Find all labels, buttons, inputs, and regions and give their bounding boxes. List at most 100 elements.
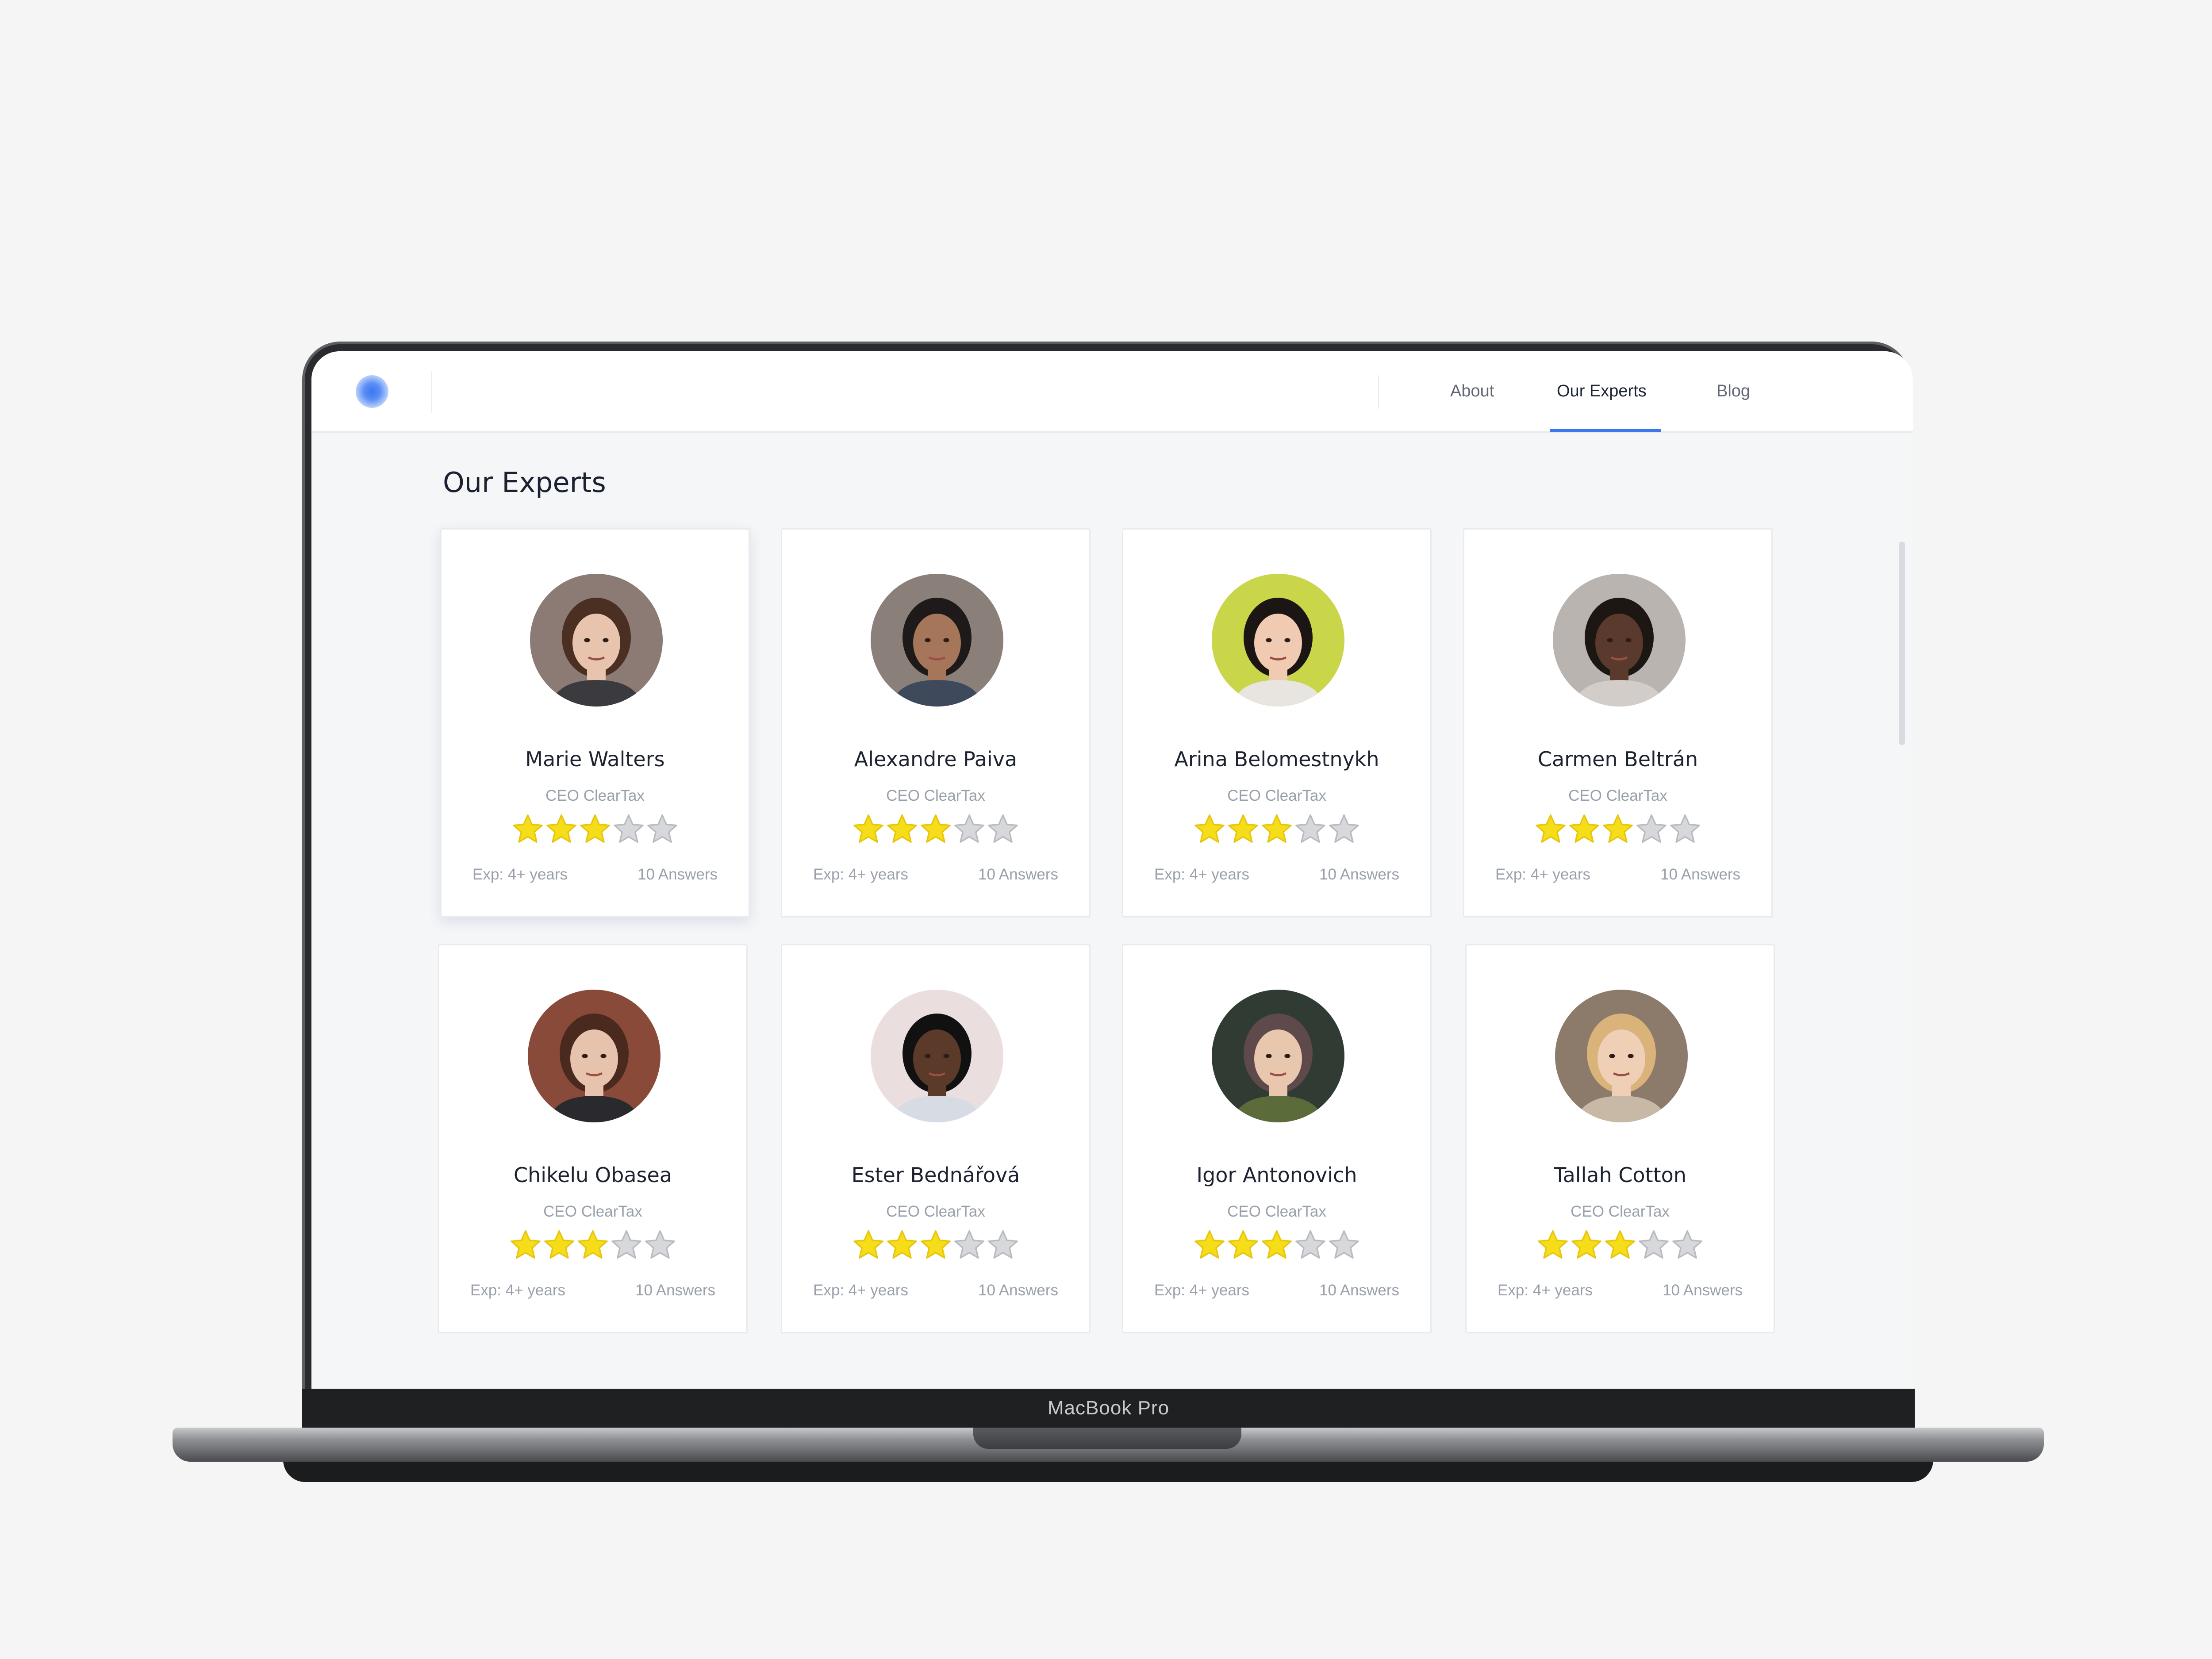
divider bbox=[1378, 375, 1379, 409]
answers-count[interactable]: 10 Answers bbox=[1319, 866, 1399, 883]
expert-card[interactable]: Alexandre Paiva CEO ClearTax Exp: 4+ year… bbox=[781, 528, 1091, 918]
expert-role: CEO ClearTax bbox=[545, 787, 645, 804]
expert-role: CEO ClearTax bbox=[543, 1203, 642, 1220]
experience-label: Exp: 4+ years bbox=[813, 866, 908, 883]
expert-role: CEO ClearTax bbox=[886, 787, 985, 804]
expert-role: CEO ClearTax bbox=[1571, 1203, 1670, 1220]
expert-name: Carmen Beltrán bbox=[1537, 747, 1698, 771]
star-filled-icon bbox=[1193, 1229, 1226, 1261]
star-empty-icon bbox=[1635, 813, 1668, 845]
expert-card[interactable]: Carmen Beltrán CEO ClearTax Exp: 4+ years… bbox=[1463, 528, 1773, 918]
answers-count[interactable]: 10 Answers bbox=[978, 1282, 1058, 1299]
experience-label: Exp: 4+ years bbox=[472, 866, 568, 883]
star-filled-icon bbox=[543, 1229, 576, 1261]
expert-name: Chikelu Obasea bbox=[514, 1163, 672, 1187]
star-empty-icon bbox=[646, 813, 679, 845]
expert-name: Igor Antonovich bbox=[1196, 1163, 1357, 1187]
star-filled-icon bbox=[1601, 813, 1634, 845]
star-empty-icon bbox=[987, 813, 1019, 845]
star-filled-icon bbox=[1193, 813, 1226, 845]
star-rating bbox=[439, 1229, 746, 1261]
expert-role: CEO ClearTax bbox=[1227, 787, 1326, 804]
star-filled-icon bbox=[1227, 813, 1260, 845]
avatar bbox=[528, 990, 661, 1122]
laptop-notch bbox=[973, 1428, 1241, 1449]
divider bbox=[431, 371, 432, 413]
star-rating bbox=[1123, 1229, 1430, 1261]
laptop-base-shadow bbox=[283, 1460, 1933, 1482]
star-filled-icon bbox=[1260, 1229, 1293, 1261]
star-filled-icon bbox=[886, 1229, 918, 1261]
star-empty-icon bbox=[610, 1229, 643, 1261]
answers-count[interactable]: 10 Answers bbox=[1660, 866, 1740, 883]
star-filled-icon bbox=[579, 813, 611, 845]
expert-name: Arina Belomestnykh bbox=[1174, 747, 1379, 771]
star-empty-icon bbox=[1671, 1229, 1704, 1261]
star-filled-icon bbox=[576, 1229, 609, 1261]
avatar bbox=[871, 990, 1003, 1122]
tab-blog[interactable]: Blog bbox=[1717, 378, 1750, 404]
avatar bbox=[871, 574, 1003, 707]
star-rating bbox=[782, 813, 1089, 845]
star-empty-icon bbox=[644, 1229, 676, 1261]
star-empty-icon bbox=[1637, 1229, 1670, 1261]
tab-about[interactable]: About bbox=[1450, 378, 1494, 404]
expert-card[interactable]: Marie Walters CEO ClearTax Exp: 4+ years 1… bbox=[440, 528, 750, 918]
star-filled-icon bbox=[886, 813, 918, 845]
star-filled-icon bbox=[919, 813, 952, 845]
avatar bbox=[1212, 990, 1344, 1122]
expert-name: Marie Walters bbox=[525, 747, 665, 771]
star-filled-icon bbox=[1536, 1229, 1569, 1261]
star-empty-icon bbox=[1328, 813, 1360, 845]
star-filled-icon bbox=[1568, 813, 1601, 845]
star-empty-icon bbox=[987, 1229, 1019, 1261]
star-filled-icon bbox=[852, 1229, 885, 1261]
star-rating bbox=[1123, 813, 1430, 845]
star-rating bbox=[442, 813, 749, 845]
expert-card[interactable]: Tallah Cotton CEO ClearTax Exp: 4+ years 1… bbox=[1465, 944, 1775, 1333]
star-empty-icon bbox=[953, 1229, 986, 1261]
device-brand-label: MacBook Pro bbox=[1047, 1397, 1170, 1419]
answers-count[interactable]: 10 Answers bbox=[978, 866, 1058, 883]
active-tab-indicator bbox=[1550, 429, 1661, 432]
scrollbar[interactable] bbox=[1899, 541, 1905, 745]
star-filled-icon bbox=[919, 1229, 952, 1261]
star-empty-icon bbox=[1294, 813, 1327, 845]
star-empty-icon bbox=[612, 813, 645, 845]
logo-icon[interactable] bbox=[356, 375, 388, 408]
star-rating bbox=[1467, 1229, 1774, 1261]
star-filled-icon bbox=[1534, 813, 1567, 845]
avatar bbox=[1212, 574, 1344, 707]
avatar bbox=[1553, 574, 1686, 707]
tab-our-experts[interactable]: Our Experts bbox=[1557, 378, 1647, 404]
experience-label: Exp: 4+ years bbox=[470, 1282, 565, 1299]
expert-name: Tallah Cotton bbox=[1554, 1163, 1686, 1187]
star-empty-icon bbox=[953, 813, 986, 845]
star-empty-icon bbox=[1669, 813, 1701, 845]
answers-count[interactable]: 10 Answers bbox=[637, 866, 718, 883]
experience-label: Exp: 4+ years bbox=[1495, 866, 1590, 883]
star-filled-icon bbox=[545, 813, 578, 845]
star-filled-icon bbox=[1260, 813, 1293, 845]
expert-name: Alexandre Paiva bbox=[854, 747, 1018, 771]
expert-role: CEO ClearTax bbox=[1568, 787, 1667, 804]
expert-role: CEO ClearTax bbox=[886, 1203, 985, 1220]
answers-count[interactable]: 10 Answers bbox=[635, 1282, 715, 1299]
star-filled-icon bbox=[509, 1229, 542, 1261]
star-empty-icon bbox=[1294, 1229, 1327, 1261]
expert-card[interactable]: Arina Belomestnykh CEO ClearTax Exp: 4+ y… bbox=[1122, 528, 1432, 918]
answers-count[interactable]: 10 Answers bbox=[1319, 1282, 1399, 1299]
expert-card[interactable]: Igor Antonovich CEO ClearTax Exp: 4+ year… bbox=[1122, 944, 1432, 1333]
expert-card[interactable]: Chikelu Obasea CEO ClearTax Exp: 4+ years… bbox=[438, 944, 748, 1333]
answers-count[interactable]: 10 Answers bbox=[1663, 1282, 1743, 1299]
expert-role: CEO ClearTax bbox=[1227, 1203, 1326, 1220]
experience-label: Exp: 4+ years bbox=[1498, 1282, 1593, 1299]
expert-name: Ester Bednářová bbox=[851, 1163, 1020, 1187]
page-title: Our Experts bbox=[443, 466, 606, 499]
top-navigation-bar: About Our Experts Blog bbox=[311, 351, 1913, 433]
avatar bbox=[1555, 990, 1688, 1122]
star-rating bbox=[1464, 813, 1771, 845]
expert-card[interactable]: Ester Bednářová CEO ClearTax Exp: 4+ year… bbox=[781, 944, 1091, 1333]
star-filled-icon bbox=[1604, 1229, 1636, 1261]
star-filled-icon bbox=[1570, 1229, 1603, 1261]
